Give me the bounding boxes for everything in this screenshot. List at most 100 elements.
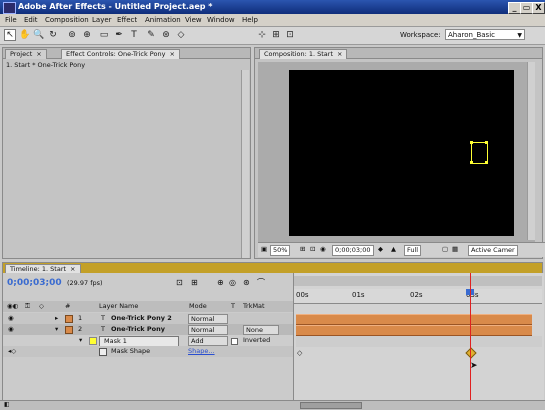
layer-name[interactable]: One-Trick Pony — [111, 324, 165, 335]
frame-blending-icon[interactable]: ⊛ — [243, 276, 250, 290]
selection-tool-icon[interactable]: ↖ — [4, 29, 16, 41]
brush-tool-icon[interactable]: ✎ — [145, 29, 157, 41]
mask-shape-row[interactable]: ◂◇ Mask Shape Shape... — [3, 346, 293, 357]
pan-behind-tool-icon[interactable]: ⊕ — [81, 29, 93, 41]
current-time-field[interactable]: 0;00;03;00 — [332, 245, 374, 256]
camera-orbit-tool-icon[interactable]: ⊚ — [66, 29, 78, 41]
mask-vertex[interactable] — [470, 161, 473, 164]
frame-rate-label: (29.97 fps) — [67, 279, 103, 287]
motion-blur-icon[interactable]: ◎ — [229, 276, 236, 290]
menu-bar: File Edit Composition Layer Effect Anima… — [0, 14, 545, 27]
menu-file[interactable]: File — [5, 15, 17, 25]
work-area-bar[interactable] — [294, 276, 542, 286]
stopwatch-icon[interactable] — [99, 348, 107, 356]
view-axis-icon[interactable]: ⊡ — [284, 29, 296, 41]
magnification-select[interactable]: 50% — [270, 245, 291, 256]
label-color-swatch[interactable] — [65, 326, 73, 334]
safe-zones-icon[interactable]: ⊞ — [300, 245, 305, 254]
world-axis-icon[interactable]: ⊞ — [270, 29, 282, 41]
grid-icon[interactable]: ⊡ — [310, 245, 315, 254]
layer-row[interactable]: ◉ ▾ 2 T One-Trick Pony Normal None — [3, 324, 293, 335]
workspace-select[interactable]: Aharon_Basic ▼ — [445, 29, 525, 40]
layer-row[interactable]: ◉ ▸ 1 T One-Trick Pony 2 Normal — [3, 313, 293, 324]
transparency-grid-icon[interactable]: ▦ — [452, 245, 458, 254]
keyframe-navigator-icon[interactable]: ◂◇ — [8, 346, 16, 357]
timeline-graph-area[interactable]: 00s 01s 02s 03s ◇ ➤ — [293, 273, 544, 400]
mask-row[interactable]: ▾ Mask 1 Add Inverted — [3, 335, 293, 347]
channel-icon[interactable]: ◆ — [378, 245, 383, 254]
close-icon[interactable]: × — [169, 50, 174, 58]
layer-duration-bar[interactable] — [296, 314, 532, 325]
composition-mini-flowchart-icon[interactable]: ⊡ — [176, 276, 183, 290]
expand-triangle-icon[interactable]: ▸ — [55, 313, 58, 324]
graph-editor-icon[interactable]: ⌒ — [257, 276, 265, 290]
layer-name[interactable]: One-Trick Pony 2 — [111, 313, 172, 324]
menu-help[interactable]: Help — [242, 15, 258, 25]
menu-layer[interactable]: Layer — [92, 15, 112, 25]
blend-mode-select[interactable]: Normal — [188, 314, 228, 324]
keyframe-diamond[interactable] — [465, 347, 477, 359]
timeline-column-headers: ◉◐ ⚿ ◇ # Layer Name Mode T TrkMat — [3, 301, 293, 312]
label-color-swatch[interactable] — [65, 315, 73, 323]
blend-mode-select[interactable]: Normal — [188, 325, 228, 335]
close-button[interactable]: X — [532, 2, 545, 14]
left-panel-scrollbar[interactable] — [241, 70, 249, 258]
monitor-icon[interactable]: ▣ — [261, 245, 267, 254]
current-timecode[interactable]: 0;00;03;00 — [7, 276, 62, 290]
draft-3d-icon[interactable]: ⊕ — [217, 276, 224, 290]
tools-bar: ↖ ✋ 🔍 ↻ ⊚ ⊕ ▭ ✒ T ✎ ⊛ ◇ ⊹ ⊞ ⊡ Workspace:… — [0, 27, 545, 45]
zoom-slider[interactable] — [300, 402, 362, 409]
time-ruler[interactable]: 00s 01s 02s 03s — [294, 289, 542, 304]
mask-color-swatch[interactable] — [89, 337, 97, 345]
tab-effect-controls[interactable]: Effect Controls: One-Trick Pony × — [61, 49, 180, 59]
close-icon[interactable]: × — [36, 50, 41, 58]
menu-edit[interactable]: Edit — [24, 15, 38, 25]
mask-mode-select[interactable]: Add — [188, 336, 228, 346]
av-features-header-icon: ◉◐ — [7, 302, 19, 310]
close-icon[interactable]: × — [337, 50, 342, 58]
live-update-icon[interactable]: ⊞ — [191, 276, 198, 290]
rectangle-mask-tool-icon[interactable]: ▭ — [98, 29, 110, 41]
hand-tool-icon[interactable]: ✋ — [19, 29, 31, 41]
close-icon[interactable]: × — [70, 265, 75, 273]
tab-timeline-label: Timeline: 1. Start — [10, 265, 67, 273]
panel-toggle-icon[interactable]: ◧ — [4, 401, 10, 408]
color-channels-icon[interactable]: ▲ — [391, 245, 396, 254]
zoom-tool-icon[interactable]: 🔍 — [33, 29, 45, 41]
pen-tool-icon[interactable]: ✒ — [113, 29, 125, 41]
track-matte-select[interactable]: None — [243, 325, 279, 335]
tab-project[interactable]: Project × — [5, 49, 47, 59]
menu-window[interactable]: Window — [207, 15, 235, 25]
menu-effect[interactable]: Effect — [117, 15, 137, 25]
keyframe-icon[interactable]: ◇ — [297, 349, 302, 357]
composition-viewer[interactable] — [258, 62, 535, 242]
snapshot-icon[interactable]: ◉ — [320, 245, 326, 254]
composition-scrollbar[interactable] — [527, 62, 535, 240]
composition-canvas[interactable] — [289, 70, 514, 236]
text-tool-icon[interactable]: T — [128, 29, 140, 41]
region-of-interest-icon[interactable]: ▢ — [442, 245, 448, 254]
collapse-triangle-icon[interactable]: ▾ — [55, 324, 58, 335]
mask-vertex[interactable] — [485, 141, 488, 144]
current-time-indicator[interactable] — [470, 273, 471, 400]
inverted-checkbox[interactable] — [231, 338, 238, 345]
menu-animation[interactable]: Animation — [145, 15, 181, 25]
axis-mode-icon[interactable]: ⊹ — [256, 29, 268, 41]
rotation-tool-icon[interactable]: ↻ — [47, 29, 59, 41]
left-panel-tabstrip: Project × Effect Controls: One-Trick Pony… — [3, 48, 250, 59]
mask-shape-value[interactable]: Shape... — [188, 346, 215, 357]
mask-vertex[interactable] — [485, 161, 488, 164]
layer-duration-bar[interactable] — [296, 325, 532, 336]
eye-icon[interactable]: ◉ — [8, 324, 14, 335]
mask-vertex[interactable] — [470, 141, 473, 144]
collapse-triangle-icon[interactable]: ▾ — [79, 335, 82, 346]
clone-stamp-tool-icon[interactable]: ⊛ — [160, 29, 172, 41]
eye-icon[interactable]: ◉ — [8, 313, 14, 324]
eraser-tool-icon[interactable]: ◇ — [175, 29, 187, 41]
resolution-select[interactable]: Full — [404, 245, 422, 256]
tab-composition[interactable]: Composition: 1. Start × — [259, 49, 348, 59]
layer-name-header[interactable]: Layer Name — [99, 301, 138, 312]
menu-composition[interactable]: Composition — [45, 15, 89, 25]
menu-view[interactable]: View — [185, 15, 202, 25]
active-camera-select[interactable]: Active Camer — [468, 245, 518, 256]
